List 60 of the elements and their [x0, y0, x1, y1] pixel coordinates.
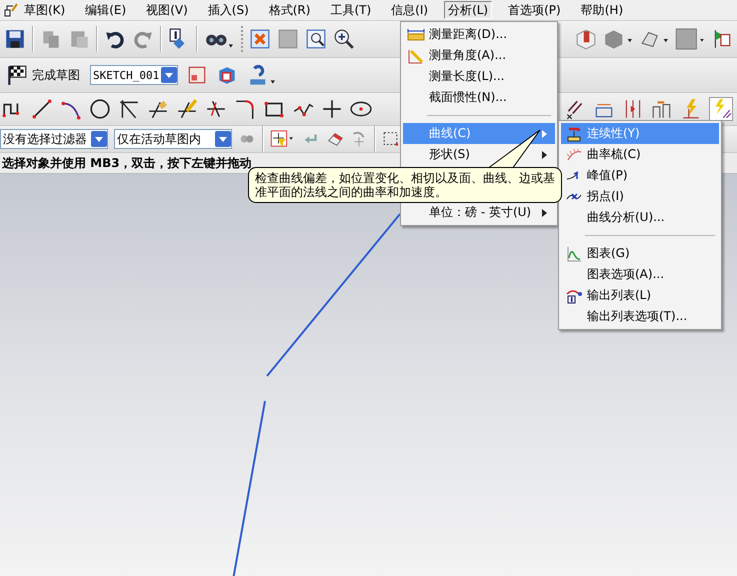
continuity-icon: [566, 126, 582, 142]
frame-icon[interactable]: [277, 28, 299, 50]
checkered-flag-icon: [6, 64, 28, 86]
menu-item[interactable]: 曲线分析(U)...: [561, 207, 719, 228]
menu-item[interactable]: 形状(S): [403, 144, 555, 165]
menu-item[interactable]: 拐点(I): [561, 186, 719, 207]
menu-item[interactable]: 测量距离(D)...: [403, 24, 555, 45]
ruler-icon: [407, 28, 425, 42]
menu-item[interactable]: 分析(L): [444, 1, 492, 19]
menu-item[interactable]: 工具(T): [326, 1, 376, 19]
graph-icon: [566, 246, 582, 262]
menu-item[interactable]: 图表(G): [561, 243, 719, 264]
inflection-icon: [566, 190, 582, 202]
menu-item[interactable]: 测量长度(L)...: [403, 66, 555, 87]
menu-item[interactable]: 输出列表(L): [561, 285, 719, 306]
menu-item[interactable]: 单位：磅 - 英寸(U): [403, 202, 555, 223]
submenu-arrow-icon: [542, 150, 547, 158]
menu-item[interactable]: 截面惯性(N)...: [403, 87, 555, 108]
menu-item[interactable]: 视图(V): [142, 1, 192, 19]
sketch-name-select[interactable]: SKETCH_001: [90, 65, 178, 85]
scope-select[interactable]: 仅在活动草图内: [114, 129, 232, 149]
filter-icon[interactable]: [270, 130, 296, 148]
line-icon[interactable]: [31, 98, 53, 120]
line-eraser-icon[interactable]: [147, 98, 169, 120]
selection-filter-select[interactable]: 没有选择过滤器: [0, 129, 108, 149]
line-pencil-icon[interactable]: [176, 98, 198, 120]
fit-view-icon[interactable]: [249, 28, 271, 50]
sketch-icon: [4, 2, 18, 18]
menu-item[interactable]: 图表选项(A)...: [561, 264, 719, 285]
point-icon[interactable]: [321, 98, 343, 120]
cylinder-icon[interactable]: [575, 28, 597, 50]
submenu-arrow-icon: [542, 130, 547, 138]
menu-item[interactable]: 插入(S): [204, 1, 253, 19]
cube-icon[interactable]: [603, 28, 633, 50]
circle-icon[interactable]: [89, 98, 111, 120]
menu-item[interactable]: 首选项(P): [504, 1, 565, 19]
square-icon[interactable]: [675, 28, 705, 50]
menu-item[interactable]: 编辑(E): [81, 1, 130, 19]
zoom-window-icon[interactable]: [305, 28, 327, 50]
menu-item[interactable]: 测量角度(A)...: [403, 45, 555, 66]
menu-item[interactable]: 曲率梳(C): [561, 144, 719, 165]
constraint-icon[interactable]: [709, 97, 733, 121]
zoom-icon[interactable]: [333, 28, 355, 50]
finish-sketch-button[interactable]: 完成草图: [4, 64, 82, 86]
save-icon[interactable]: [4, 28, 26, 50]
trim-icon[interactable]: [118, 98, 140, 120]
cross-lines-icon[interactable]: [205, 98, 227, 120]
menu-item[interactable]: 信息(I): [387, 1, 432, 19]
menu-item[interactable]: 输出列表选项(T)...: [561, 306, 719, 327]
sketch-plane-icon[interactable]: [186, 64, 208, 86]
submenu-arrow-icon: [542, 208, 547, 216]
angle-icon: [407, 48, 425, 64]
fillet-icon[interactable]: [234, 98, 256, 120]
eraser-icon[interactable]: [326, 130, 344, 148]
curvature-comb-icon: [566, 148, 582, 162]
menu-item[interactable]: 格式(R): [264, 1, 314, 19]
menu-item[interactable]: 草图(K): [20, 1, 70, 19]
list-output-icon: [565, 288, 583, 304]
menu-item[interactable]: 峰值(P): [561, 165, 719, 186]
menu-item[interactable]: 帮助(H): [576, 1, 628, 19]
